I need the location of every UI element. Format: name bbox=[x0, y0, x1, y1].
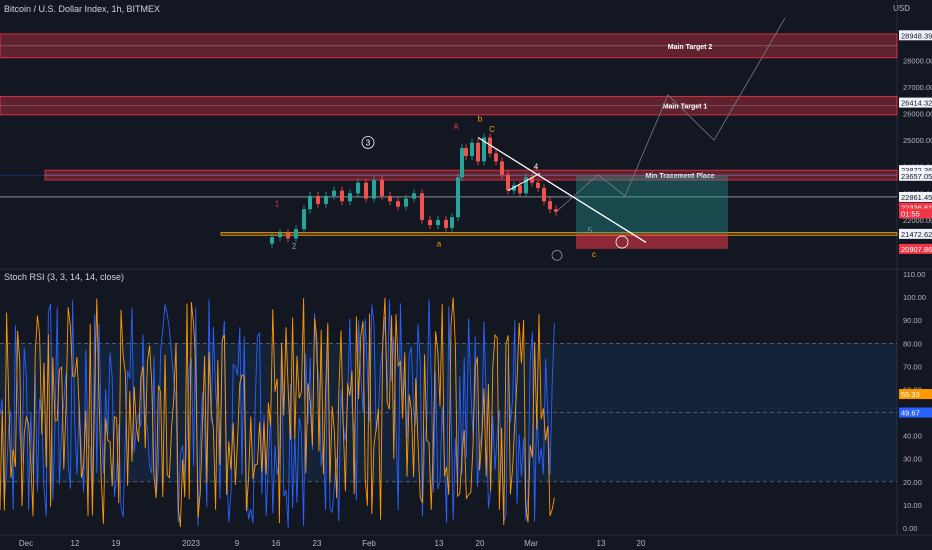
candle-body bbox=[456, 177, 460, 218]
stoch-tick-label: 10.00 bbox=[903, 501, 922, 510]
candle-body bbox=[294, 229, 298, 239]
price-label: 21472.62 bbox=[901, 230, 932, 239]
time-axis-label: 20 bbox=[637, 539, 646, 548]
time-axis-label: 12 bbox=[71, 539, 80, 548]
candle-body bbox=[388, 195, 392, 202]
price-label: 26414.32 bbox=[901, 99, 932, 108]
candle-body bbox=[348, 193, 352, 202]
price-label: 23657.05 bbox=[901, 172, 932, 181]
candle-body bbox=[278, 233, 282, 238]
price-label: 22861.45 bbox=[901, 193, 932, 202]
candle-body bbox=[380, 180, 384, 196]
time-axis-label: Dec bbox=[19, 539, 33, 548]
candle-body bbox=[450, 217, 454, 228]
time-axis-label: 13 bbox=[435, 539, 444, 548]
stoch-d-value: 49.67 bbox=[901, 409, 920, 418]
candle-body bbox=[518, 185, 522, 194]
price-tick-label: 25000.00 bbox=[903, 136, 932, 145]
candle-body bbox=[302, 209, 306, 230]
stoch-tick-label: 0.00 bbox=[903, 524, 918, 533]
candle-body bbox=[542, 187, 546, 202]
stoch-tick-label: 40.00 bbox=[903, 432, 922, 441]
trading-chart[interactable]: 21000.0022000.0023000.0024000.0025000.00… bbox=[0, 0, 932, 550]
candle-body bbox=[356, 182, 360, 194]
candle-body bbox=[270, 237, 274, 244]
time-axis-label: Feb bbox=[362, 539, 376, 548]
candle-body bbox=[372, 180, 376, 199]
candle-body bbox=[464, 148, 468, 157]
candle-body bbox=[428, 219, 432, 226]
stoch-tick-label: 80.00 bbox=[903, 339, 922, 348]
wave-label: b bbox=[478, 115, 483, 124]
time-axis-label: 13 bbox=[597, 539, 606, 548]
candle-body bbox=[396, 201, 400, 207]
time-axis-label: 23 bbox=[313, 539, 322, 548]
time-axis-label: 2023 bbox=[182, 539, 200, 548]
time-axis-label: 9 bbox=[235, 539, 240, 548]
stoch-tick-label: 100.00 bbox=[903, 293, 926, 302]
price-tick-label: 28000.00 bbox=[903, 56, 932, 65]
candle-body bbox=[548, 201, 552, 210]
price-label: 01:55 bbox=[901, 209, 920, 218]
long-position-stop bbox=[576, 233, 728, 249]
candle-body bbox=[494, 153, 498, 162]
candle-body bbox=[340, 190, 344, 202]
price-label: 28948.39 bbox=[901, 31, 932, 40]
wave-label: c bbox=[592, 250, 596, 259]
time-axis-label: 20 bbox=[476, 539, 485, 548]
candle-body bbox=[444, 219, 448, 228]
candle-body bbox=[316, 195, 320, 204]
long-position-target bbox=[576, 175, 728, 234]
stoch-k-value: 55.33 bbox=[901, 390, 920, 399]
candle-body bbox=[324, 195, 328, 204]
candle-body bbox=[308, 195, 312, 210]
price-tick-label: 26000.00 bbox=[903, 110, 932, 119]
candle-body bbox=[500, 161, 504, 175]
candle-body bbox=[476, 142, 480, 162]
wave-label: 1 bbox=[275, 200, 280, 209]
candle-body bbox=[460, 148, 464, 178]
candle-body bbox=[470, 142, 474, 157]
stoch-tick-label: 110.00 bbox=[903, 270, 925, 279]
price-tick-label: 27000.00 bbox=[903, 83, 932, 92]
candle-body bbox=[536, 182, 540, 188]
price-label: 20907.86 bbox=[901, 245, 932, 254]
stoch-tick-label: 70.00 bbox=[903, 362, 922, 371]
candle-body bbox=[364, 182, 368, 199]
zone-label: Main Target 2 bbox=[668, 44, 713, 51]
stoch-tick-label: 90.00 bbox=[903, 316, 922, 325]
candle-body bbox=[436, 219, 440, 226]
wave-label: 4 bbox=[534, 162, 539, 171]
candle-body bbox=[412, 193, 416, 199]
time-axis-label: Mar bbox=[524, 539, 538, 548]
support-zone bbox=[220, 232, 898, 236]
time-axis-label: 16 bbox=[272, 539, 281, 548]
candle-body bbox=[420, 193, 424, 220]
candle-body bbox=[506, 174, 510, 191]
stoch-tick-label: 30.00 bbox=[903, 455, 922, 464]
stoch-tick-label: 20.00 bbox=[903, 478, 922, 487]
wave-label: a bbox=[437, 239, 442, 248]
candle-body bbox=[332, 190, 336, 196]
candle-body bbox=[404, 198, 408, 207]
candle-body bbox=[286, 233, 290, 239]
wave-label: A bbox=[453, 123, 459, 132]
wave-label: C bbox=[489, 125, 495, 134]
wave-label: 5 bbox=[588, 226, 593, 235]
time-axis-label: 19 bbox=[112, 539, 121, 548]
wave-circle bbox=[551, 249, 563, 261]
zone-label: Main Target 1 bbox=[663, 104, 708, 111]
wave-label: 3 bbox=[366, 138, 371, 147]
wave-label: 2 bbox=[292, 242, 297, 251]
